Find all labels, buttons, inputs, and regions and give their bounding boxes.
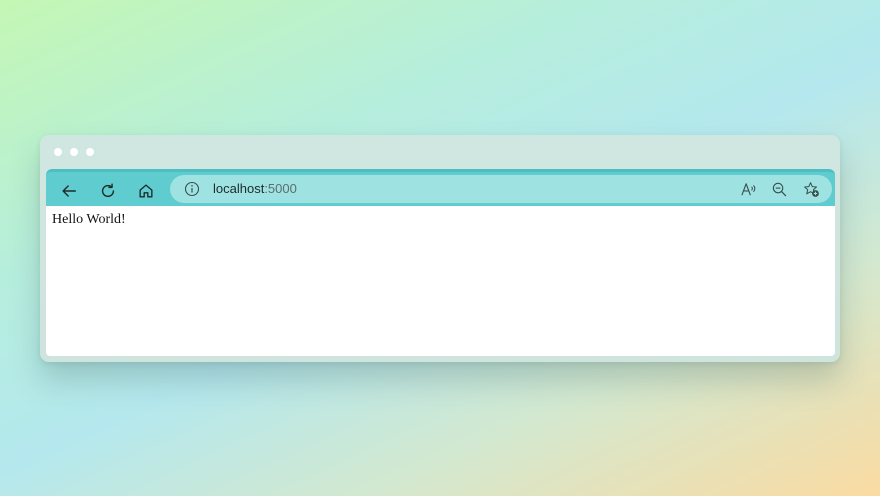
url-text[interactable]: localhost:5000 xyxy=(213,181,297,197)
reload-button[interactable] xyxy=(94,177,122,205)
window-dot-1[interactable] xyxy=(54,148,62,156)
browser-toolbar: localhost:5000 xyxy=(46,169,835,206)
browser-window: localhost:5000 Hello World! xyxy=(40,135,840,362)
home-icon xyxy=(139,184,153,198)
add-favorite-icon[interactable] xyxy=(803,181,820,198)
page-text: Hello World! xyxy=(52,212,126,227)
info-icon[interactable] xyxy=(184,181,200,197)
url-host: localhost xyxy=(213,181,265,196)
back-button[interactable] xyxy=(55,177,83,205)
read-aloud-icon[interactable] xyxy=(740,181,757,198)
window-dot-3[interactable] xyxy=(86,148,94,156)
page-content: Hello World! xyxy=(46,206,835,356)
zoom-out-icon[interactable] xyxy=(771,181,788,198)
home-button[interactable] xyxy=(132,177,160,205)
address-bar[interactable]: localhost:5000 xyxy=(170,175,832,203)
refresh-icon xyxy=(101,183,115,198)
url-port: :5000 xyxy=(264,181,297,196)
window-dot-2[interactable] xyxy=(70,148,78,156)
arrow-left-icon xyxy=(62,185,77,197)
window-controls xyxy=(54,148,94,156)
